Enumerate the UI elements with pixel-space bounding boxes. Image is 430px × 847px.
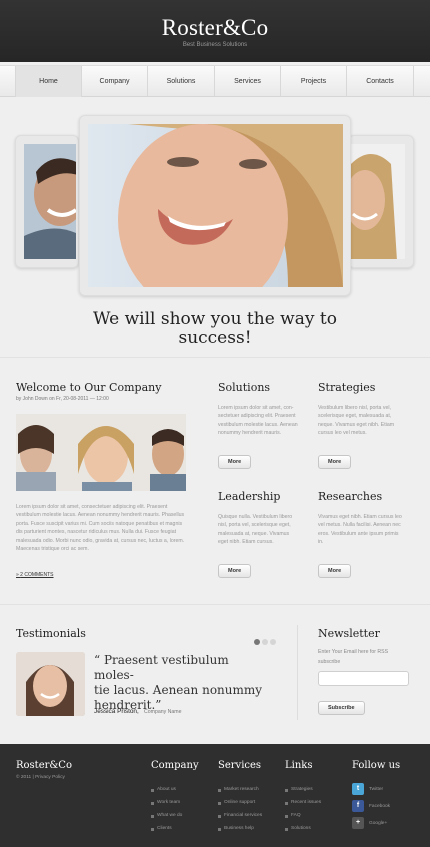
facebook-icon[interactable]: f: [352, 800, 364, 812]
woman-portrait-image: [351, 144, 405, 259]
researches-body: Vivamus eget nibh. Etiam cursus leo vel …: [318, 514, 402, 546]
footer-link-business-help[interactable]: Business help: [224, 826, 254, 831]
footer-link-about[interactable]: About us: [157, 787, 176, 792]
pager-dot-3[interactable]: [270, 639, 276, 645]
newsletter-email-input[interactable]: [318, 671, 409, 686]
welcome-body: Lorem ipsum dolor sit amet, consectetuer…: [16, 504, 185, 553]
testimonials-title: Testimonials: [16, 627, 86, 640]
footer-link-financial-services[interactable]: Financial services: [224, 813, 262, 818]
solutions-title: Solutions: [218, 381, 271, 394]
twitter-icon[interactable]: t: [352, 783, 364, 795]
comments-link[interactable]: » 2 COMMENTS: [16, 572, 54, 578]
footer-link-strategies[interactable]: Strategies: [291, 787, 313, 792]
testimonial-pager: [252, 632, 276, 650]
newsletter-label: Enter Your Email here for RSS subscribe: [318, 647, 413, 667]
bullet-icon: [218, 802, 221, 805]
footer-link-work-team[interactable]: Work team: [157, 800, 180, 805]
footer-link-faq[interactable]: FAQ: [291, 813, 301, 818]
section-divider: [0, 604, 430, 605]
leadership-more-button[interactable]: More: [218, 564, 252, 578]
footer-link-twitter[interactable]: Twitter: [369, 787, 383, 792]
bullet-icon: [151, 828, 154, 831]
bullet-icon: [151, 815, 154, 818]
google-plus-icon[interactable]: +: [352, 817, 364, 829]
footer-link-google-plus[interactable]: Google+: [369, 821, 387, 826]
footer-copyright[interactable]: © 2011 | Privacy Policy: [16, 775, 65, 780]
slider-current-slide[interactable]: [79, 115, 351, 296]
nav-item-company[interactable]: Company: [82, 66, 148, 97]
footer-company-title: Company: [151, 760, 199, 771]
quote-line1: “ Praesent vestibulum moles-: [94, 653, 229, 682]
site-tagline: Best Business Solutions: [182, 42, 248, 48]
pager-dot-2[interactable]: [262, 639, 268, 645]
strategies-title: Strategies: [318, 381, 376, 394]
testimonial-quote: “ Praesent vestibulum moles- tie lacus. …: [94, 653, 269, 713]
bullet-icon: [285, 828, 288, 831]
footer-link-solutions[interactable]: Solutions: [291, 826, 311, 831]
quote-line2: tie lacus. Aenean nonummy: [94, 683, 263, 697]
pager-dot-1[interactable]: [254, 639, 260, 645]
footer-link-what-we-do[interactable]: What we do: [157, 813, 182, 818]
researches-more-button[interactable]: More: [318, 564, 352, 578]
comments-link-label: 2 COMMENTS: [20, 572, 54, 578]
hero-headline: We will show you the way to success!: [0, 310, 430, 348]
leadership-body: Quisque nulla. Vestibulum libero nisl, p…: [218, 514, 293, 546]
slider-prev-slide[interactable]: [15, 135, 79, 268]
footer-services-title: Services: [218, 760, 262, 771]
footer-link-online-support[interactable]: Online support: [224, 800, 255, 805]
footer-logo[interactable]: Roster&Co: [16, 760, 72, 771]
main-nav: Home Company Solutions Services Projects…: [0, 65, 430, 97]
newsletter-title: Newsletter: [318, 627, 380, 640]
solutions-body: Lorem ipsum dolor sit amet, con-sectetue…: [218, 405, 298, 437]
nav-item-contacts[interactable]: Contacts: [347, 66, 414, 97]
subscribe-button[interactable]: Subscribe: [318, 701, 365, 715]
slider-next-slide[interactable]: [348, 135, 414, 268]
bullet-icon: [285, 802, 288, 805]
testimonial-author: Jessica Priston,: [94, 708, 139, 715]
footer-link-market-research[interactable]: Market research: [224, 787, 259, 792]
nav-item-home[interactable]: Home: [15, 66, 82, 97]
welcome-title: Welcome to Our Company: [16, 381, 162, 394]
column-divider: [297, 625, 298, 720]
hero-headline-line1: We will show you the way to: [93, 309, 337, 329]
man-portrait-image: [24, 144, 76, 259]
solutions-more-button[interactable]: More: [218, 455, 252, 469]
nav-item-projects[interactable]: Projects: [281, 66, 347, 97]
researches-title: Researches: [318, 490, 383, 503]
section-divider: [0, 357, 430, 358]
footer-link-clients[interactable]: Clients: [157, 826, 172, 831]
nav-item-solutions[interactable]: Solutions: [148, 66, 215, 97]
newsletter-label-line2: subscribe: [318, 659, 341, 665]
newsletter-label-line1: Enter Your Email here for RSS: [318, 649, 389, 655]
bullet-icon: [218, 828, 221, 831]
strategies-more-button[interactable]: More: [318, 455, 352, 469]
footer-link-recent-issues[interactable]: Recent issues: [291, 800, 321, 805]
bullet-icon: [285, 789, 288, 792]
footer-link-facebook[interactable]: Facebook: [369, 804, 390, 809]
footer-follow-title: Follow us: [352, 760, 401, 771]
hero-headline-line2: success!: [178, 328, 252, 348]
footer-links-title: Links: [285, 760, 313, 771]
nav-item-services[interactable]: Services: [215, 66, 281, 97]
bullet-icon: [218, 789, 221, 792]
welcome-meta: by John Down on Fr, 20-08-2011 — 12:00: [16, 396, 109, 402]
bullet-icon: [285, 815, 288, 818]
bullet-icon: [218, 815, 221, 818]
leadership-title: Leadership: [218, 490, 281, 503]
bullet-icon: [151, 789, 154, 792]
bullet-icon: [151, 802, 154, 805]
testimonial-avatar: [16, 652, 85, 716]
team-photo-image: [16, 414, 186, 491]
smiling-woman-image: [88, 124, 343, 287]
site-header: Roster&Co Best Business Solutions: [0, 0, 430, 62]
site-logo[interactable]: Roster&Co: [0, 15, 430, 41]
strategies-body: Vestibulum libero nisl, porta vel, scele…: [318, 405, 395, 437]
testimonial-company: Company Name: [144, 709, 182, 715]
